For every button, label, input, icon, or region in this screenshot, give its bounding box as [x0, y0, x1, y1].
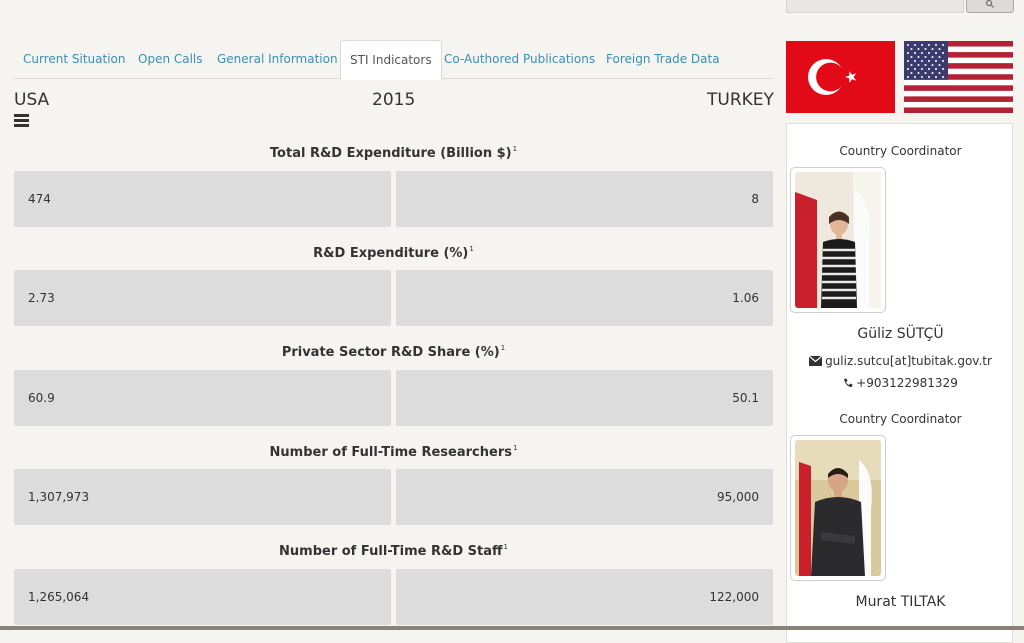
turkey-flag [786, 41, 895, 113]
page-bottom-edge [0, 626, 1024, 630]
footnote-marker: 1 [512, 444, 518, 452]
coordinator-photo [790, 435, 886, 581]
email-text[interactable]: guliz.sutcu[at]tubitak.gov.tr [825, 354, 992, 368]
footnote-marker: 1 [500, 344, 506, 352]
tab-current-situation[interactable]: Current Situation [23, 40, 126, 78]
tab-foreign-trade-data[interactable]: Foreign Trade Data [606, 40, 720, 78]
indicator-title: Private Sector R&D Share (%)1 [14, 344, 773, 360]
indicator-title: Total R&D Expenditure (Billion $)1 [14, 145, 773, 161]
coordinator-label: Country Coordinator [839, 412, 962, 426]
search-button[interactable] [966, 0, 1014, 13]
turkey-value: 8 [396, 171, 773, 227]
tab-general-information[interactable]: General Information [217, 40, 338, 78]
hamburger-icon[interactable] [14, 114, 29, 127]
coordinator-photo [790, 167, 886, 313]
turkey-value: 122,000 [396, 569, 773, 625]
usa-value: 60.9 [14, 370, 391, 426]
indicator-title: R&D Expenditure (%)1 [14, 245, 773, 261]
coordinator-phone: +903122981329 [787, 376, 1014, 390]
indicator-title-text: R&D Expenditure (%) [313, 246, 469, 261]
indicator-title: Number of Full-Time R&D Staff1 [14, 543, 773, 559]
indicator-tabs: Current Situation Open Calls General Inf… [14, 40, 773, 80]
indicator-title-text: Number of Full-Time Researchers [269, 445, 512, 460]
right-country-label: TURKEY [707, 90, 774, 110]
indicator-title: Number of Full-Time Researchers1 [14, 444, 773, 460]
turkey-value: 1.06 [396, 270, 773, 326]
footnote-marker: 1 [503, 543, 508, 551]
usa-flag [904, 41, 1013, 113]
turkey-value: 50.1 [396, 370, 773, 426]
indicator-title-text: Private Sector R&D Share (%) [281, 345, 500, 360]
search-icon [985, 0, 994, 8]
turkey-value: 95,000 [396, 469, 773, 525]
usa-value: 2.73 [14, 270, 391, 326]
coordinator-panel: Country Coordinator Güliz SÜTÇÜ guliz.su… [786, 123, 1013, 643]
footnote-marker: 1 [469, 245, 474, 253]
indicator-title-text: Number of Full-Time R&D Staff [279, 544, 503, 559]
year-label: 2015 [372, 90, 416, 110]
coordinator-name: Murat TILTAK [855, 594, 946, 610]
tab-open-calls[interactable]: Open Calls [138, 40, 203, 78]
usa-value: 1,265,064 [14, 569, 391, 625]
envelope-icon [808, 355, 823, 366]
search-input[interactable] [786, 0, 964, 13]
usa-value: 474 [14, 171, 391, 227]
footnote-marker: 1 [512, 145, 518, 153]
indicator-title-text: Total R&D Expenditure (Billion $) [269, 146, 512, 161]
left-country-label: USA [14, 90, 50, 110]
phone-icon [844, 378, 853, 388]
coordinator-name: Güliz SÜTÇÜ [857, 326, 944, 342]
coordinator-email[interactable]: guliz.sutcu[at]tubitak.gov.tr [787, 354, 1014, 368]
tab-sti-indicators[interactable]: STI Indicators [340, 40, 442, 80]
phone-text: +903122981329 [856, 376, 958, 390]
coordinator-label: Country Coordinator [839, 144, 962, 158]
tab-co-authored-publications[interactable]: Co-Authored Publications [444, 40, 595, 78]
usa-value: 1,307,973 [14, 469, 391, 525]
